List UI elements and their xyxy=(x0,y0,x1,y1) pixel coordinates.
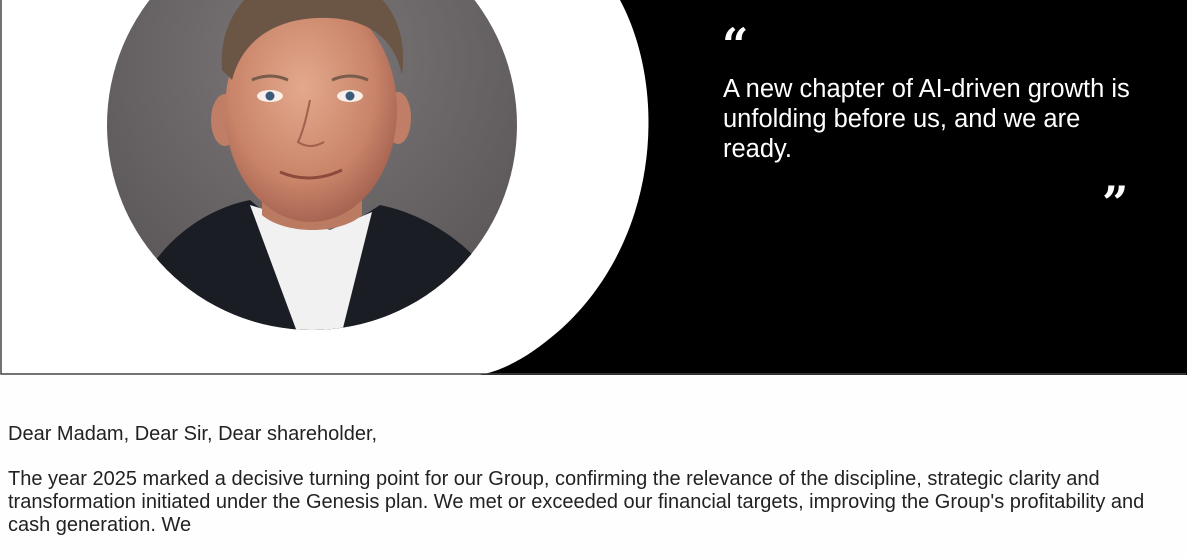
open-quote-icon: “ xyxy=(722,18,749,72)
letter-salutation: Dear Madam, Dear Sir, Dear shareholder, xyxy=(8,423,378,445)
shareholder-letter: Dear Madam, Dear Sir, Dear shareholder, … xyxy=(8,423,1180,559)
quote-banner: “ A new chapter of AI-driven growth is u… xyxy=(0,0,1187,375)
letter-paragraph: The year 2025 marked a decisive turning … xyxy=(8,468,1145,536)
banner-graphic xyxy=(0,0,1187,375)
pull-quote: A new chapter of AI-driven growth is unf… xyxy=(723,75,1130,163)
close-quote-icon: ” xyxy=(1102,176,1129,230)
